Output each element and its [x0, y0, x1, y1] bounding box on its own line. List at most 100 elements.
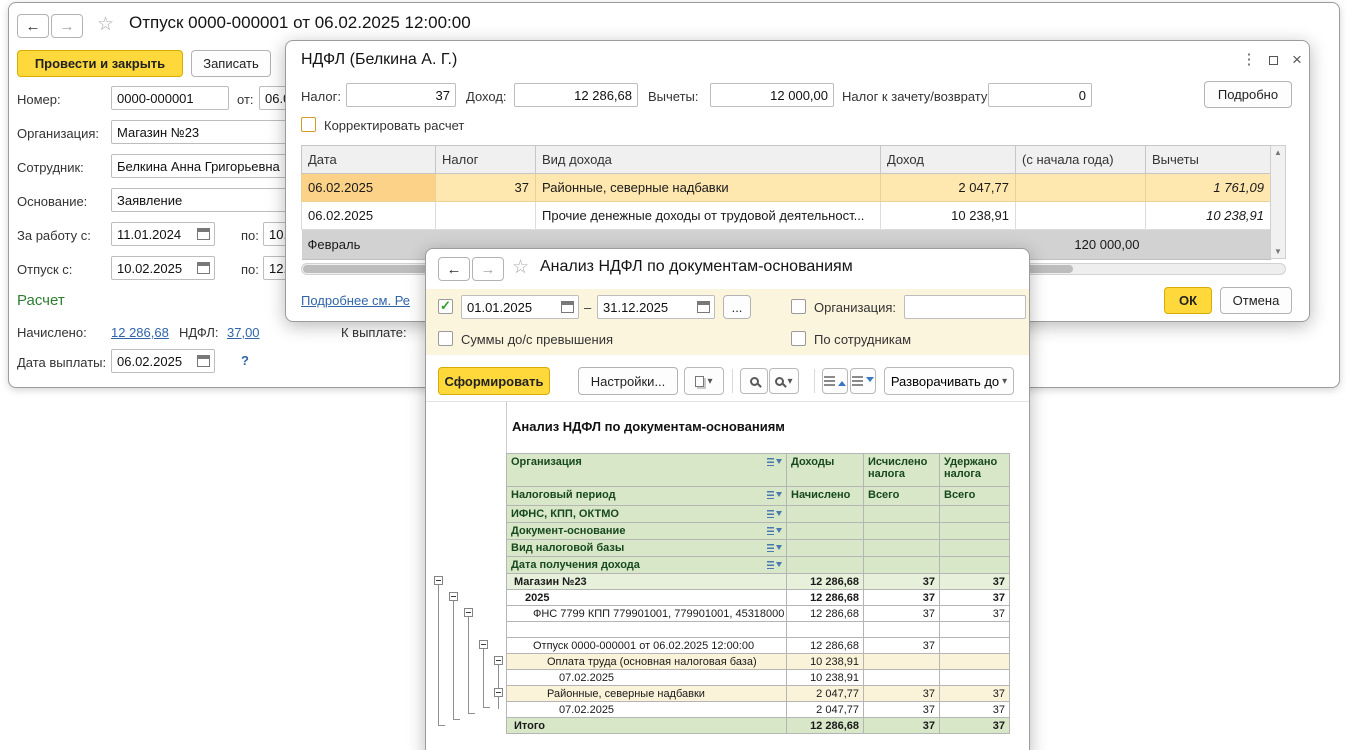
toolbar-separator: [814, 369, 815, 393]
collapse-node-icon[interactable]: [449, 592, 458, 601]
expand-to-button[interactable]: Разворачивать до▾: [884, 367, 1014, 395]
close-icon[interactable]: ×: [1286, 49, 1308, 71]
calendar-icon[interactable]: [697, 301, 710, 313]
scroll-down-icon[interactable]: ▼: [1271, 247, 1285, 256]
calendar-icon[interactable]: [197, 262, 210, 274]
income-field[interactable]: 12 286,68: [514, 83, 638, 107]
table-row[interactable]: 06.02.2025 37 Районные, северные надбавк…: [302, 174, 1271, 202]
vertical-scrollbar[interactable]: ▲ ▼: [1270, 145, 1286, 259]
report-row-organization[interactable]: Магазин №23 12 286,68 37 37: [507, 574, 1010, 590]
post-and-close-button[interactable]: Провести и закрыть: [17, 50, 183, 77]
cancel-button[interactable]: Отмена: [1220, 287, 1292, 314]
arrow-up-icon: [838, 377, 846, 386]
sort-icon[interactable]: [767, 509, 782, 519]
favorite-star-icon[interactable]: ☆: [512, 257, 529, 279]
forward-button[interactable]: →: [51, 14, 83, 38]
excess-sums-checkbox[interactable]: [438, 331, 453, 346]
collapse-node-icon[interactable]: [494, 656, 503, 665]
forward-button[interactable]: →: [472, 257, 504, 281]
report-row-date[interactable]: 07.02.2025 10 238,91: [507, 670, 1010, 686]
settings-button[interactable]: Настройки...: [578, 367, 678, 395]
basis-field[interactable]: Заявление: [111, 188, 289, 212]
employee-field[interactable]: Белкина Анна Григорьевна: [111, 154, 289, 178]
vacation-from-field[interactable]: 10.02.2025: [111, 256, 215, 280]
generate-button[interactable]: Сформировать: [438, 367, 550, 395]
period-to-field[interactable]: 31.12.2025: [597, 295, 715, 319]
tax-label: Налог:: [301, 89, 341, 104]
work-from-field[interactable]: 11.01.2024: [111, 222, 215, 246]
adjust-calculation-checkbox[interactable]: [301, 117, 316, 132]
report-row-year[interactable]: 2025 12 286,68 37 37: [507, 590, 1010, 606]
report-header-row: Дата получения дохода: [507, 557, 1010, 574]
organization-checkbox[interactable]: [791, 299, 806, 314]
maximize-icon[interactable]: [1262, 49, 1284, 71]
column-ytd[interactable]: (с начала года): [1016, 146, 1146, 174]
report-row-date[interactable]: 07.02.2025 2 047,77 37 37: [507, 702, 1010, 718]
employee-label: Сотрудник:: [17, 160, 84, 175]
expand-groups-button[interactable]: [850, 368, 876, 394]
details-button[interactable]: Подробно: [1204, 81, 1292, 108]
sort-icon[interactable]: [767, 560, 782, 570]
column-tax[interactable]: Налог: [436, 146, 536, 174]
search-next-button[interactable]: ▾: [769, 368, 799, 394]
back-button[interactable]: ←: [17, 14, 49, 38]
report-row-total[interactable]: Итого 12 286,68 37 37: [507, 718, 1010, 734]
column-date[interactable]: Дата: [302, 146, 436, 174]
by-employee-checkbox[interactable]: [791, 331, 806, 346]
period-checkbox[interactable]: ✓: [438, 299, 453, 314]
tax-field[interactable]: 37: [346, 83, 456, 107]
report-row-document[interactable]: Отпуск 0000-000001 от 06.02.2025 12:00:0…: [507, 638, 1010, 654]
deductions-field[interactable]: 12 000,00: [710, 83, 834, 107]
scroll-up-icon[interactable]: ▲: [1271, 148, 1285, 157]
number-from-label: от:: [237, 92, 254, 107]
column-income[interactable]: Доход: [881, 146, 1016, 174]
number-field[interactable]: 0000-000001: [111, 86, 229, 110]
sort-icon[interactable]: [767, 490, 782, 500]
accrued-amount-link[interactable]: 12 286,68: [111, 325, 169, 340]
more-details-link[interactable]: Подробнее см. Ре: [301, 293, 410, 308]
period-more-button[interactable]: ...: [723, 295, 751, 319]
header-tax-period[interactable]: Налоговый период: [507, 487, 787, 506]
collapse-groups-button[interactable]: [822, 368, 848, 394]
help-icon[interactable]: ?: [241, 353, 249, 368]
organization-filter-field[interactable]: [904, 295, 1026, 319]
sort-icon[interactable]: [767, 457, 782, 467]
tree-line: [498, 697, 499, 709]
sort-icon[interactable]: [767, 543, 782, 553]
organization-field[interactable]: Магазин №23: [111, 120, 289, 144]
search-button[interactable]: [740, 368, 768, 394]
report-row-tax-base[interactable]: Оплата труда (основная налоговая база) 1…: [507, 654, 1010, 670]
column-income-type[interactable]: Вид дохода: [536, 146, 881, 174]
report-variants-button[interactable]: ▾: [684, 367, 724, 395]
calendar-icon[interactable]: [197, 355, 210, 367]
table-row[interactable]: 06.02.2025 Прочие денежные доходы от тру…: [302, 202, 1271, 230]
ok-button[interactable]: ОК: [1164, 287, 1212, 314]
column-deductions[interactable]: Вычеты: [1146, 146, 1271, 174]
collapse-node-icon[interactable]: [434, 576, 443, 585]
report-row-ifns[interactable]: ФНС 7799 КПП 779901001, 779901001, 45318…: [507, 606, 1010, 622]
collapse-node-icon[interactable]: [494, 688, 503, 697]
header-organization[interactable]: Организация: [507, 454, 787, 487]
favorite-star-icon[interactable]: ☆: [97, 14, 114, 36]
pay-date-field[interactable]: 06.02.2025: [111, 349, 215, 373]
header-base-document[interactable]: Документ-основание: [507, 523, 787, 540]
calendar-icon[interactable]: [561, 301, 574, 313]
expand-to-label: Разворачивать до: [891, 374, 999, 389]
ndfl-table-container: Дата Налог Вид дохода Доход (с начала го…: [301, 145, 1286, 259]
window-menu-icon[interactable]: ⋮: [1238, 49, 1260, 71]
arrow-down-icon: [866, 377, 874, 386]
collapse-node-icon[interactable]: [479, 640, 488, 649]
offset-field[interactable]: 0: [988, 83, 1092, 107]
period-from-field[interactable]: 01.01.2025: [461, 295, 579, 319]
header-ifns[interactable]: ИФНС, КПП, ОКТМО: [507, 506, 787, 523]
header-income-date[interactable]: Дата получения дохода: [507, 557, 787, 574]
ndfl-amount-link[interactable]: 37,00: [227, 325, 260, 340]
report-row-tax-base[interactable]: Районные, северные надбавки 2 047,77 37 …: [507, 686, 1010, 702]
gutter-separator: [506, 402, 507, 453]
back-button[interactable]: ←: [438, 257, 470, 281]
collapse-node-icon[interactable]: [464, 608, 473, 617]
write-button[interactable]: Записать: [191, 50, 271, 77]
sort-icon[interactable]: [767, 526, 782, 536]
header-tax-base-type[interactable]: Вид налоговой базы: [507, 540, 787, 557]
calendar-icon[interactable]: [197, 228, 210, 240]
